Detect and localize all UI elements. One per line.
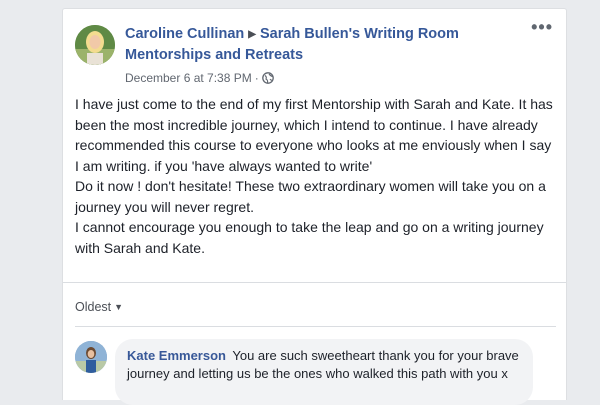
avatar-image <box>75 25 115 65</box>
divider <box>75 326 556 327</box>
right-triangle-icon: ▶ <box>248 29 256 40</box>
comment-author-link[interactable]: Kate Emmerson <box>127 348 226 363</box>
comment-sort-label: Oldest <box>75 300 112 314</box>
post-body: I have just come to the end of my first … <box>75 94 557 258</box>
caret-down-icon: ▼ <box>114 302 124 312</box>
header-text: Caroline Cullinan ▶ Sarah Bullen's Writing… <box>125 24 535 88</box>
meta-separator: · <box>254 71 259 85</box>
post-card: Caroline Cullinan ▶ Sarah Bullen's Writing… <box>62 8 567 405</box>
more-options-button[interactable]: ••• <box>531 17 553 38</box>
comment-sort-dropdown[interactable]: Oldest ▼ <box>75 300 123 314</box>
divider <box>63 282 566 283</box>
post-paragraph: Do it now ! don't hesitate! These two ex… <box>75 178 546 215</box>
commenter-avatar-image <box>75 341 107 373</box>
author-avatar[interactable] <box>75 25 115 65</box>
post-paragraph: I cannot encourage you enough to take th… <box>75 219 544 256</box>
author-name-link[interactable]: Caroline Cullinan <box>125 26 244 42</box>
post-title: Caroline Cullinan ▶ Sarah Bullen's Writing… <box>125 24 535 66</box>
comment-bubble: Kate Emmerson You are such sweetheart th… <box>115 339 533 405</box>
post-timestamp[interactable]: December 6 at 7:38 PM <box>125 71 252 85</box>
commenter-avatar[interactable] <box>75 341 107 373</box>
post-paragraph: I have just come to the end of my first … <box>75 96 553 174</box>
post-meta: December 6 at 7:38 PM · <box>125 70 535 88</box>
globe-icon[interactable] <box>261 72 274 88</box>
